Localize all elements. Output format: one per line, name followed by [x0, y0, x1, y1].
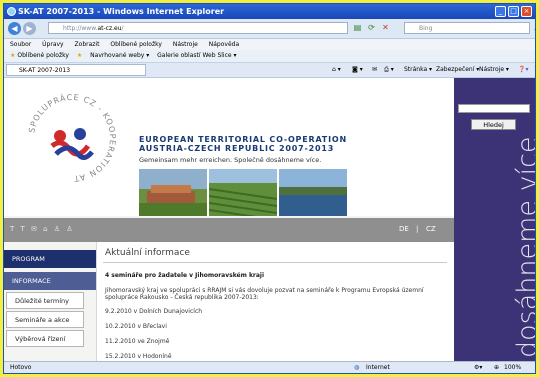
- stop-icon[interactable]: ✕: [380, 22, 391, 34]
- safety-menu[interactable]: Zabezpečení ▾: [436, 63, 479, 77]
- globe-icon: ◍: [354, 364, 360, 371]
- add-favorite-icon[interactable]: ★: [77, 52, 82, 59]
- tools-menu[interactable]: Nástroje ▾: [479, 63, 509, 77]
- window-title: SK-AT 2007-2013 - Windows Internet Explo…: [18, 7, 225, 16]
- zoom-icon[interactable]: ⊕: [494, 362, 499, 373]
- search-input[interactable]: Bing: [404, 22, 530, 34]
- svg-text:SPOLUPRÁCE CZ - KOOPERATION AT: SPOLUPRÁCE CZ - KOOPERATION AT: [27, 91, 117, 183]
- url-domain: at-cz.eu: [97, 25, 122, 32]
- right-panel: Hledej dosáhneme více: [454, 78, 535, 361]
- home-icon[interactable]: ⌂ ▾: [332, 63, 341, 77]
- menu-favorites[interactable]: Oblíbené položky: [110, 41, 162, 48]
- url-input[interactable]: http://www.at-cz.eu/: [48, 22, 348, 34]
- page-menu[interactable]: Stránka ▾: [404, 63, 432, 77]
- maximize-button[interactable]: □: [508, 6, 519, 17]
- forward-button[interactable]: ▶: [23, 22, 36, 35]
- sidebar-item-informace[interactable]: INFORMACE: [4, 272, 96, 290]
- sidebar-item-program[interactable]: PROGRAM: [4, 250, 96, 268]
- address-bar: ◀ ▶ http://www.at-cz.eu/ ▤ ⟳ ✕ Bing ⌕: [4, 19, 535, 39]
- print-icon[interactable]: ⎙ ▾: [384, 63, 394, 77]
- top-nav-strip: T T ✉ ⌂ ♙ ♙ DE | CZ: [4, 218, 454, 242]
- photo-village: [139, 169, 207, 216]
- news-title[interactable]: 4 semináře pro žadatele v Jihomoravském …: [105, 272, 445, 279]
- program-title-line1: EUROPEAN TERRITORIAL CO-OPERATION: [139, 135, 347, 144]
- url-prefix: http://www.: [63, 25, 98, 32]
- favorites-bar: ★ Oblíbené položky ★ Navrhované weby ▾ Ga…: [4, 50, 535, 63]
- title-bar: SK-AT 2007-2013 - Windows Internet Explo…: [4, 4, 535, 19]
- search-button[interactable]: Hledej: [471, 119, 516, 130]
- back-button[interactable]: ◀: [8, 22, 21, 35]
- heading-divider: [103, 262, 447, 263]
- date-item: 15.2.2010 v Hodoníně: [105, 353, 172, 360]
- zoom-level[interactable]: 100%: [504, 362, 521, 373]
- sidebar: PROGRAM INFORMACE Důležité termíny Semin…: [4, 242, 96, 361]
- news-intro: Jihomoravský kraj ve spolupráci s RRAJM …: [105, 287, 424, 301]
- ie-icon: [7, 7, 16, 16]
- lang-de[interactable]: DE: [399, 225, 409, 233]
- photo-vineyard: [209, 169, 277, 216]
- compat-icon[interactable]: ▤: [352, 22, 363, 34]
- section-heading: Aktuální informace: [105, 248, 190, 258]
- date-item: 11.2.2010 ve Znojmě: [105, 338, 170, 345]
- tab-current[interactable]: SK-AT 2007-2013: [6, 64, 146, 76]
- date-item: 10.2.2010 v Břeclavi: [105, 323, 167, 330]
- refresh-icon[interactable]: ⟳: [366, 22, 377, 34]
- status-text: Hotovo: [10, 364, 32, 371]
- menu-file[interactable]: Soubor: [10, 41, 31, 48]
- favorites-label[interactable]: Oblíbené položky: [17, 52, 69, 59]
- program-subtitle: Gemeinsam mehr erreichen. Společně dosáh…: [139, 156, 322, 164]
- site-search-input[interactable]: [458, 104, 530, 113]
- suggested-sites[interactable]: Navrhované weby ▾: [90, 52, 149, 59]
- mail-icon[interactable]: ✉: [372, 63, 377, 77]
- web-slice-gallery[interactable]: Galerie oblastí Web Slice ▾: [157, 52, 236, 59]
- nav-icons[interactable]: T T ✉ ⌂ ♙ ♙: [10, 225, 75, 233]
- site-header: SPOLUPRÁCE CZ - KOOPERATION AT EUROPEAN …: [4, 78, 454, 216]
- search-icon[interactable]: ⌕: [531, 22, 535, 34]
- date-item: 9.2.2010 v Dolních Dunajovicích: [105, 308, 203, 315]
- lang-cz[interactable]: CZ: [426, 225, 436, 233]
- feeds-icon[interactable]: ◙ ▾: [352, 63, 363, 77]
- zone-text: Internet: [366, 364, 390, 371]
- sidebar-item-tenders[interactable]: Výběrová řízení: [6, 330, 84, 347]
- menu-help[interactable]: Nápověda: [209, 41, 239, 48]
- star-icon: ★: [10, 52, 16, 59]
- page-content: SPOLUPRÁCE CZ - KOOPERATION AT EUROPEAN …: [4, 78, 535, 361]
- program-title-line2: AUSTRIA-CZECH REPUBLIC 2007-2013: [139, 144, 335, 153]
- photo-lake: [279, 169, 347, 216]
- protected-mode-icon[interactable]: ⚙▾: [474, 362, 482, 373]
- sidebar-item-important-dates[interactable]: Důležité termíny: [6, 292, 84, 309]
- menu-bar: Soubor Úpravy Zobrazit Oblíbené položky …: [4, 39, 535, 50]
- vertical-slogan: dosáhneme více: [482, 136, 535, 358]
- minimize-button[interactable]: _: [495, 6, 506, 17]
- program-title: EUROPEAN TERRITORIAL CO-OPERATION AUSTRI…: [139, 135, 347, 153]
- tab-bar: SK-AT 2007-2013 ⌂ ▾ ◙ ▾ ✉ ⎙ ▾ Stránka ▾ …: [4, 63, 535, 78]
- cooperation-logo: SPOLUPRÁCE CZ - KOOPERATION AT: [27, 91, 117, 183]
- menu-tools[interactable]: Nástroje: [173, 41, 198, 48]
- main-content: Aktuální informace 4 semináře pro žadate…: [96, 242, 455, 361]
- lang-separator: |: [416, 225, 419, 233]
- sidebar-item-seminars[interactable]: Semináře a akce: [6, 311, 84, 328]
- help-icon[interactable]: ❓▾: [518, 63, 528, 77]
- menu-view[interactable]: Zobrazit: [75, 41, 100, 48]
- vertical-slogan-text: dosáhneme více: [512, 136, 535, 358]
- status-bar: Hotovo ◍ Internet ⚙▾ ⊕ 100%: [4, 361, 535, 373]
- url-suffix: /: [121, 25, 124, 32]
- close-button[interactable]: ×: [521, 6, 532, 17]
- browser-window: SK-AT 2007-2013 - Windows Internet Explo…: [3, 3, 536, 374]
- menu-edit[interactable]: Úpravy: [42, 41, 63, 48]
